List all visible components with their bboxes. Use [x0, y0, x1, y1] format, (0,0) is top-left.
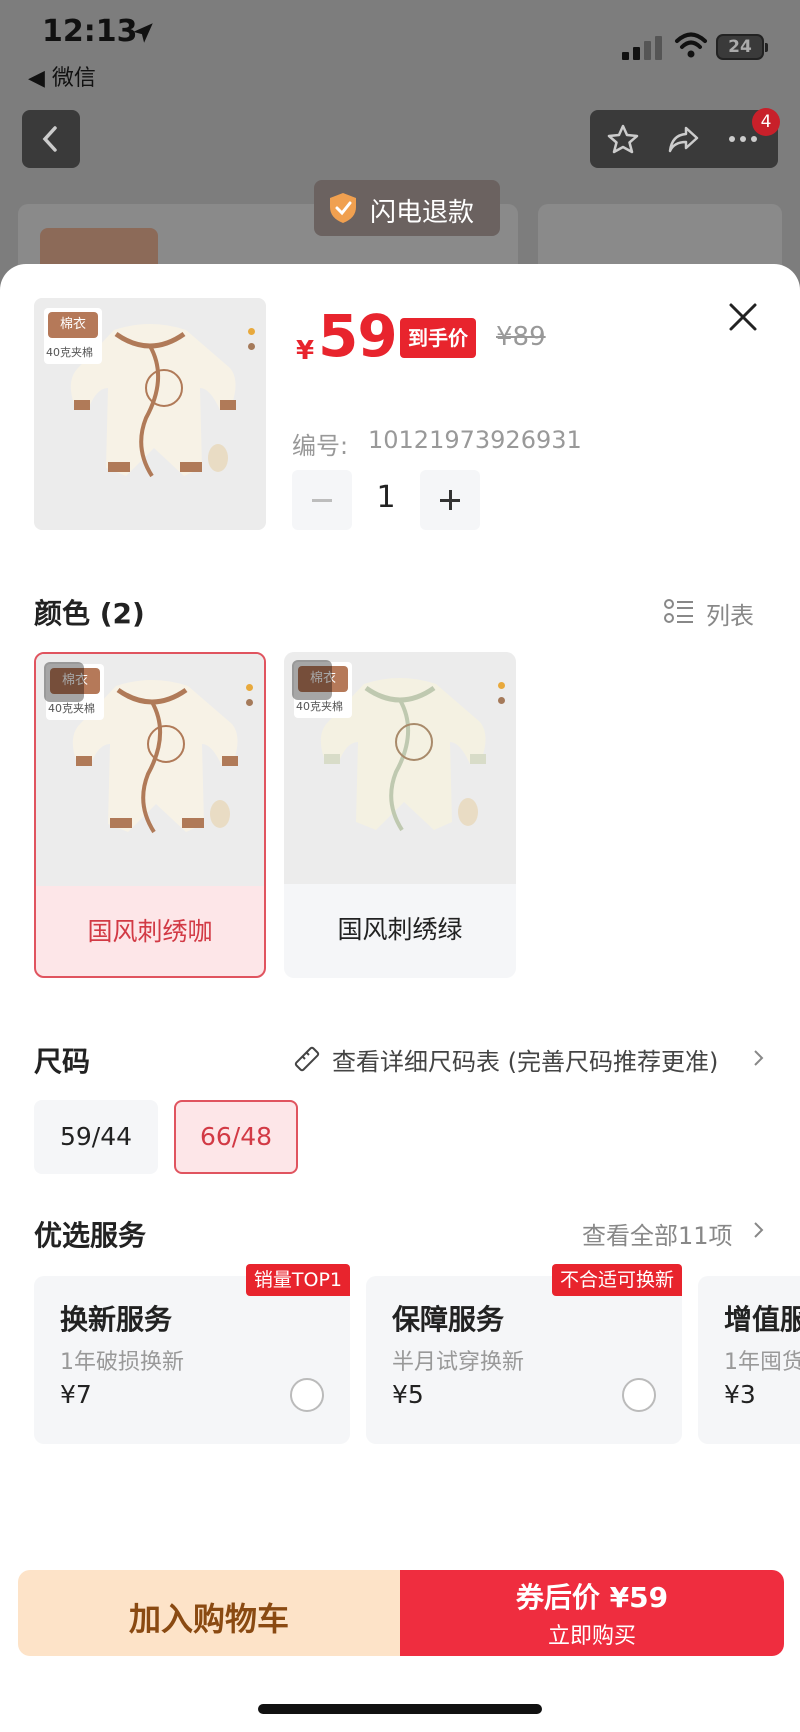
service-select-radio[interactable]: [290, 1378, 324, 1412]
refund-badge-text: 闪电退款: [370, 198, 475, 228]
cotton-note: 40克夹棉: [48, 702, 95, 715]
quantity-increase-button[interactable]: [420, 470, 480, 530]
cellular-signal-icon: [622, 36, 662, 60]
size-option-59[interactable]: 59/44: [34, 1100, 158, 1174]
service-select-radio[interactable]: [622, 1378, 656, 1412]
size-option-66[interactable]: 66/48: [174, 1100, 298, 1174]
original-price: ¥89: [496, 322, 546, 352]
brand-logo: 棉衣: [48, 312, 98, 338]
service-card[interactable]: 销量TOP1 换新服务 1年破损换新 ¥7: [34, 1264, 350, 1444]
ruler-icon: [294, 1046, 320, 1072]
favorite-star-icon[interactable]: [606, 124, 640, 154]
service-price: ¥3: [724, 1380, 756, 1409]
status-bar: 12:13 ◀ 微信 24: [0, 0, 800, 100]
back-button[interactable]: [22, 110, 80, 168]
service-description: 1年囤货: [724, 1350, 800, 1375]
list-icon: [664, 599, 693, 623]
price-value: 59: [318, 302, 398, 370]
final-price-tag: 到手价: [400, 318, 476, 358]
service-description: 半月试穿换新: [392, 1350, 525, 1375]
quantity-decrease-button[interactable]: [292, 470, 352, 530]
color-option-image: 棉衣 40克夹棉: [284, 652, 516, 884]
size-chart-link-text: 查看详细尺码表 (完善尺码推荐更准): [332, 1048, 719, 1076]
color-section-title: 颜色 (2): [34, 597, 145, 630]
sku-value: 10121973926931: [368, 426, 582, 454]
service-card[interactable]: 增值服 1年囤货 ¥3: [698, 1276, 800, 1444]
color-option-coffee[interactable]: 棉衣 40克夹棉 国风刺绣咖: [34, 652, 266, 978]
chevron-left-icon: [42, 126, 57, 152]
top-action-bar: [590, 110, 778, 168]
service-tag: 销量TOP1: [245, 1264, 350, 1296]
color-dots: [248, 328, 256, 358]
expand-icon[interactable]: [44, 662, 84, 702]
service-title: 保障服务: [392, 1303, 505, 1336]
service-title: 换新服务: [60, 1303, 173, 1336]
service-title: 增值服: [724, 1303, 800, 1336]
color-dots: [246, 684, 254, 714]
back-to-wechat-link[interactable]: ◀ 微信: [28, 60, 96, 92]
buy-now-label: 立即购买: [547, 1624, 636, 1649]
color-option-label: 国风刺绣绿: [337, 915, 463, 944]
service-description: 1年破损换新: [60, 1350, 184, 1375]
color-dots: [498, 682, 506, 712]
shield-check-icon: [330, 193, 356, 223]
size-chart-link[interactable]: 查看详细尺码表 (完善尺码推荐更准): [292, 1042, 762, 1078]
color-option-green[interactable]: 棉衣 40克夹棉 国风刺绣绿: [284, 652, 516, 978]
share-icon[interactable]: [666, 124, 700, 154]
chevron-right-icon: [754, 1222, 764, 1238]
service-section-title: 优选服务: [34, 1219, 147, 1252]
color-option-label: 国风刺绣咖: [87, 917, 213, 946]
service-tag: 不合适可换新: [551, 1264, 682, 1296]
cotton-note: 40克夹棉: [46, 346, 93, 359]
location-arrow-icon: [133, 23, 153, 43]
service-price: ¥5: [392, 1380, 424, 1409]
chevron-right-icon: [754, 1050, 764, 1066]
add-to-cart-button[interactable]: 加入购物车: [18, 1570, 400, 1656]
price-currency: ¥: [296, 336, 315, 366]
add-to-cart-label: 加入购物车: [128, 1600, 289, 1638]
close-icon[interactable]: [726, 300, 760, 334]
expand-icon[interactable]: [292, 660, 332, 700]
list-view-toggle[interactable]: 列表: [664, 594, 784, 630]
quantity-value[interactable]: 1: [352, 480, 420, 515]
lightning-refund-badge: 闪电退款: [314, 180, 500, 236]
product-thumbnail[interactable]: 棉衣 40克夹棉: [34, 298, 266, 530]
list-view-label: 列表: [706, 602, 754, 630]
cotton-tag: 棉衣 40克夹棉: [44, 308, 102, 364]
service-card[interactable]: 不合适可换新 保障服务 半月试穿换新 ¥5: [366, 1264, 682, 1444]
coupon-price-label: 券后价 ¥59: [515, 1581, 669, 1614]
color-option-image: 棉衣 40克夹棉: [36, 654, 264, 886]
wifi-icon: [675, 32, 707, 58]
notification-badge: 4: [752, 108, 780, 136]
battery-indicator: 24: [716, 34, 768, 60]
size-section-title: 尺码: [34, 1045, 91, 1078]
status-time: 12:13: [42, 14, 138, 49]
cotton-note: 40克夹棉: [296, 700, 343, 713]
home-indicator: [258, 1704, 542, 1714]
service-price: ¥7: [60, 1380, 92, 1409]
sku-label: 编号:: [292, 432, 349, 460]
view-all-services-link[interactable]: 查看全部11项: [582, 1216, 733, 1251]
buy-now-button[interactable]: 券后价 ¥59 立即购买: [400, 1570, 784, 1656]
